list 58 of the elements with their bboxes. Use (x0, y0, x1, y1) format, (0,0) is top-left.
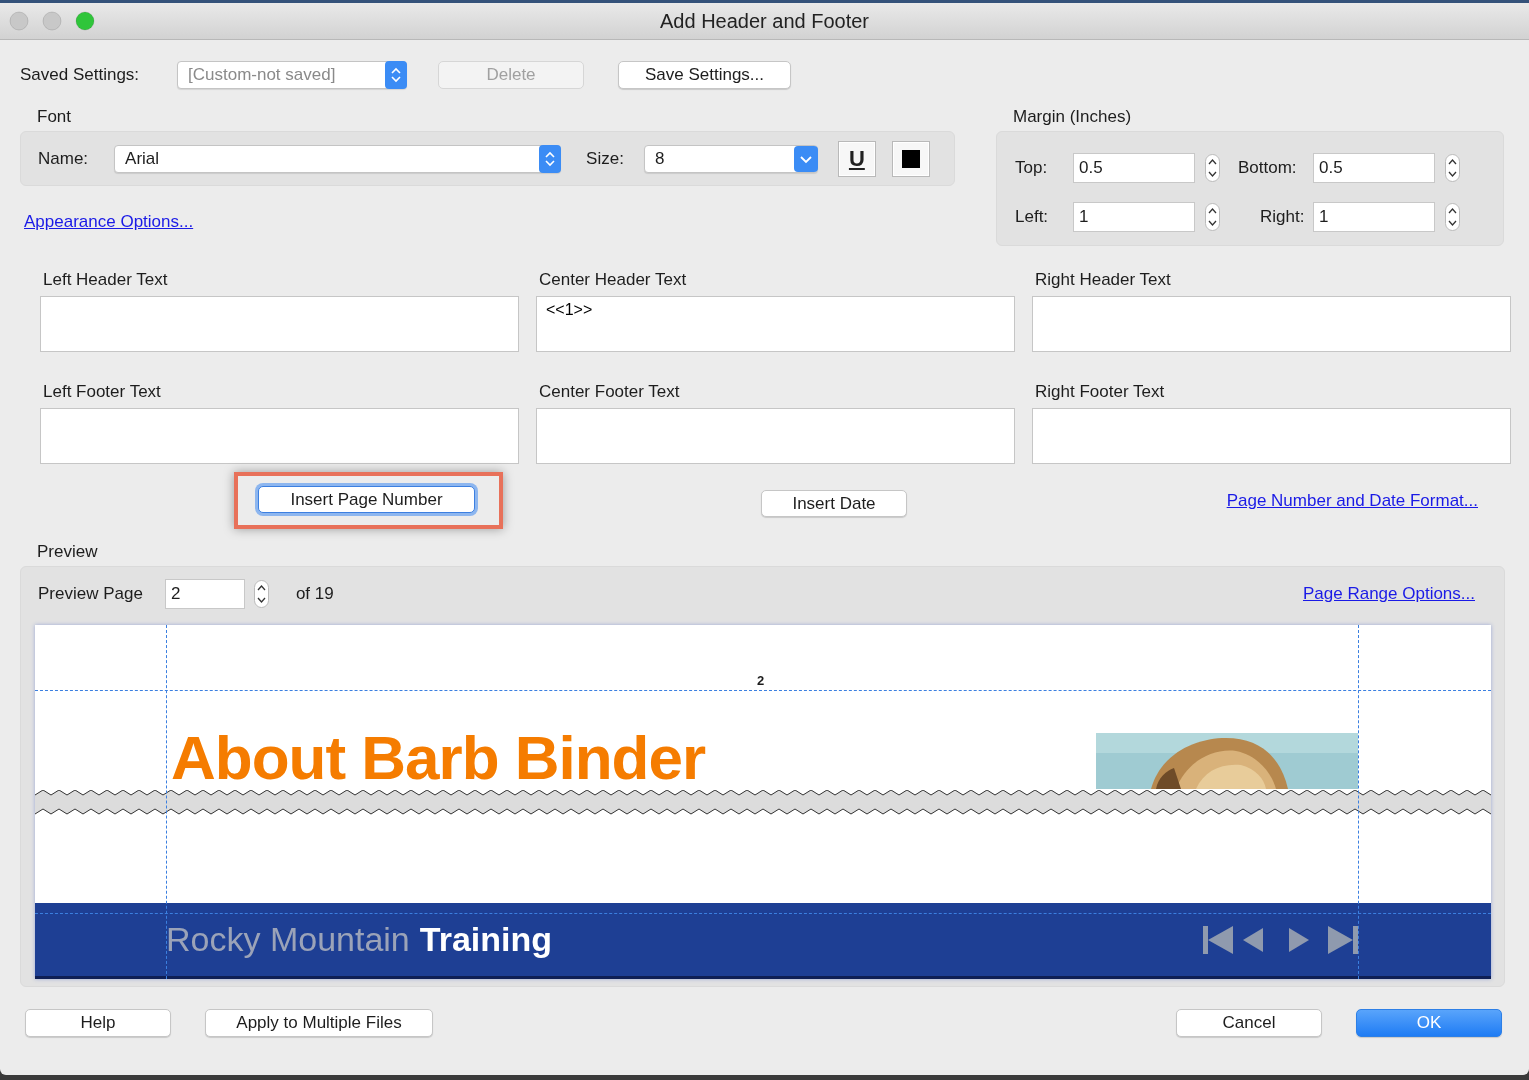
cancel-button[interactable]: Cancel (1176, 1009, 1322, 1037)
text-area[interactable] (1032, 296, 1511, 352)
group-title: Preview (36, 542, 99, 563)
minimize-button[interactable] (42, 11, 62, 31)
apply-to-multiple-files-button[interactable]: Apply to Multiple Files (205, 1009, 433, 1037)
insert-date-button[interactable]: Insert Date (761, 490, 907, 517)
margin-input[interactable]: 0.5 (1313, 153, 1435, 184)
field-label: Name: (38, 148, 89, 169)
window-title: Add Header and Footer (660, 9, 869, 33)
page-count: of 19 (295, 584, 334, 604)
insert-page-number-button[interactable]: Insert Page Number (258, 486, 475, 513)
field-label: Left Header Text (42, 269, 169, 291)
field-label: Right Header Text (1034, 269, 1172, 291)
stepper-icon[interactable] (253, 580, 269, 608)
group-title: Font (36, 107, 73, 128)
dropdown-arrows-icon (539, 144, 562, 173)
appearance-options-link[interactable]: Appearance Options... (24, 212, 194, 232)
preview-page-input[interactable]: 2 (164, 579, 245, 609)
page-number: 2 (757, 673, 765, 689)
underline-button[interactable]: U (837, 140, 876, 177)
field-label: Top: (1015, 158, 1049, 179)
stepper-icon[interactable] (1205, 154, 1220, 183)
margin-input[interactable]: 0.5 (1073, 153, 1195, 184)
margin-input[interactable]: 1 (1073, 201, 1195, 232)
footer-text: Training (419, 920, 552, 959)
page-range-options-link[interactable]: Page Range Options... (1303, 584, 1475, 604)
field-label: Saved Settings: (20, 65, 141, 85)
field-label: Left: (1015, 206, 1050, 227)
text-area[interactable] (536, 408, 1015, 464)
text-area[interactable] (40, 408, 519, 464)
stepper-icon[interactable] (1205, 202, 1220, 231)
stepper-icon[interactable] (1445, 154, 1460, 183)
field-label: Left Footer Text (42, 381, 162, 403)
field-label: Right: (1259, 206, 1306, 227)
font-name-dropdown[interactable]: Arial (114, 144, 562, 173)
field-label: Size: (586, 148, 624, 169)
group-title: Margin (Inches) (1012, 107, 1133, 128)
close-button[interactable] (9, 11, 29, 31)
save-settings-button[interactable]: Save Settings... (618, 61, 791, 89)
text-area[interactable] (40, 296, 519, 352)
footer-text: Rocky Mountain (166, 920, 410, 959)
color-button[interactable] (891, 140, 930, 177)
field-label: Bottom: (1237, 158, 1298, 179)
dropdown-arrows-icon (385, 61, 407, 89)
stepper-icon[interactable] (1445, 202, 1460, 231)
field-label: Center Header Text (538, 269, 688, 291)
field-label: Right Footer Text (1034, 381, 1166, 403)
zoom-button[interactable] (75, 11, 95, 31)
help-button[interactable]: Help (25, 1009, 171, 1037)
color-swatch-icon (901, 149, 920, 168)
page-heading: About Barb Binder (171, 727, 706, 789)
text-area[interactable]: <<1>> (536, 296, 1015, 352)
margin-input[interactable]: 1 (1313, 201, 1435, 232)
field-label: Preview Page (38, 584, 143, 604)
font-size-combobox[interactable]: 8 (643, 144, 818, 173)
field-label: Center Footer Text (538, 381, 681, 403)
page-number-format-link[interactable]: Page Number and Date Format... (1226, 491, 1478, 511)
text-area[interactable] (1032, 408, 1511, 464)
